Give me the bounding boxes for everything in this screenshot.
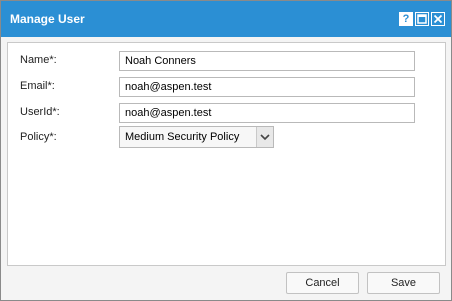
close-button[interactable] <box>431 12 445 26</box>
form-panel: Name*: Email*: UserId*: Policy*: Medium … <box>7 42 446 266</box>
help-button[interactable]: ? <box>399 12 413 26</box>
close-icon <box>433 14 443 24</box>
policy-label: Policy*: <box>20 131 57 143</box>
policy-dropdown-button[interactable] <box>256 127 273 147</box>
help-icon: ? <box>402 13 410 25</box>
name-label: Name*: <box>20 54 57 66</box>
userid-field[interactable] <box>119 103 415 123</box>
manage-user-dialog: Manage User ? Name*: Email*: UserId*: Po… <box>0 0 452 301</box>
name-field[interactable] <box>119 51 415 71</box>
userid-label: UserId*: <box>20 106 60 118</box>
email-label: Email*: <box>20 80 55 92</box>
email-field[interactable] <box>119 77 415 97</box>
maximize-icon <box>417 14 427 24</box>
maximize-button[interactable] <box>415 12 429 26</box>
dialog-titlebar[interactable]: Manage User ? <box>1 1 451 37</box>
cancel-button[interactable]: Cancel <box>286 272 359 294</box>
policy-selected-value: Medium Security Policy <box>125 131 240 143</box>
save-button[interactable]: Save <box>367 272 440 294</box>
dialog-title: Manage User <box>10 12 85 26</box>
chevron-down-icon <box>260 134 270 141</box>
policy-select[interactable]: Medium Security Policy <box>119 126 274 148</box>
